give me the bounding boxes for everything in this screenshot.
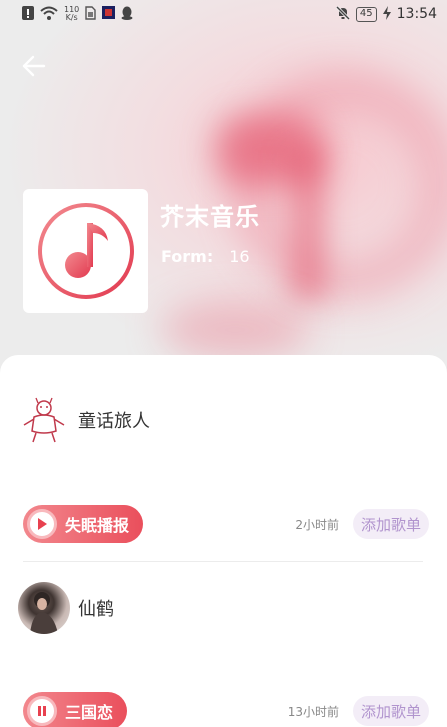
track-row: 三国恋 13小时前 添加歌单: [23, 692, 429, 727]
arrow-left-icon: [22, 55, 46, 77]
play-icon: [27, 509, 57, 539]
status-bar: 110 K/s 45 13:54: [0, 0, 447, 28]
add-to-playlist-button[interactable]: 添加歌单: [352, 509, 429, 539]
music-note-icon: [37, 203, 134, 299]
person-photo-icon: [30, 592, 58, 634]
timestamp: 2小时前: [295, 517, 339, 532]
user-row[interactable]: 仙鹤: [18, 582, 114, 634]
charging-icon: [382, 5, 391, 23]
network-speed: 110 K/s: [64, 5, 80, 22]
track-name: 三国恋: [65, 703, 114, 722]
track-play-button[interactable]: 失眠播报: [23, 505, 144, 543]
clock: 13:54: [396, 6, 437, 22]
qq-icon: [121, 6, 133, 23]
user-name: 童话旅人: [78, 411, 150, 432]
form-label: Form:: [161, 247, 214, 266]
user-name: 仙鹤: [78, 599, 114, 620]
divider: [23, 561, 423, 562]
avatar[interactable]: [18, 582, 70, 634]
user-row[interactable]: 童话旅人: [18, 394, 150, 446]
back-button[interactable]: [20, 52, 48, 80]
track-name: 失眠播报: [65, 516, 130, 535]
page-title: 芥末音乐: [160, 203, 260, 231]
track-pause-button[interactable]: 三国恋: [23, 692, 128, 727]
add-to-playlist-button[interactable]: 添加歌单: [352, 696, 429, 726]
form-count: 16: [229, 247, 250, 266]
mute-bell-icon: [335, 5, 350, 23]
wifi-icon: [40, 6, 58, 23]
cartoon-avatar-icon: [23, 397, 65, 443]
battery-indicator: 45: [355, 6, 377, 22]
album-cover: [23, 189, 148, 313]
sim-icon: [85, 5, 96, 23]
form-info: Form: 16: [161, 247, 250, 266]
track-row: 失眠播报 2小时前 添加歌单: [23, 505, 429, 543]
alert-icon: [22, 5, 34, 23]
pause-icon: [27, 696, 57, 726]
avatar[interactable]: [18, 394, 70, 446]
timestamp: 13小时前: [287, 704, 339, 719]
app-notification-icon: [102, 6, 116, 22]
